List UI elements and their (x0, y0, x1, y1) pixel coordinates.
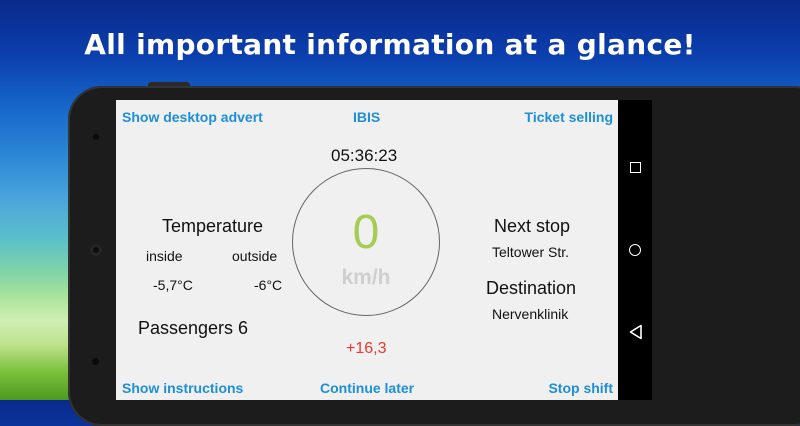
app-title: IBIS (353, 109, 381, 125)
stop-shift-link[interactable]: Stop shift (548, 380, 613, 396)
system-nav-bar (618, 100, 652, 400)
inside-label: inside (146, 248, 183, 264)
outside-temperature-value: -6°C (254, 277, 283, 293)
sensor-icon (92, 358, 99, 365)
next-stop-label: Next stop (494, 216, 571, 236)
next-stop-value: Teltower Str. (492, 244, 570, 260)
circle-icon[interactable] (629, 244, 641, 256)
inside-temperature-value: -5,7°C (153, 277, 193, 293)
clock: 05:36:23 (331, 146, 398, 165)
show-instructions-link[interactable]: Show instructions (122, 380, 243, 396)
passengers-count: Passengers 6 (138, 318, 249, 338)
outside-label: outside (232, 248, 278, 264)
ticket-selling-link[interactable]: Ticket selling (525, 109, 613, 125)
temperature-label: Temperature (162, 216, 264, 236)
square-icon[interactable] (630, 162, 641, 173)
speed-deviation: +16,3 (346, 340, 387, 357)
app-screen: Show desktop advert IBIS Ticket selling … (116, 100, 618, 400)
triangle-back-icon[interactable] (629, 324, 643, 340)
speed-unit: km/h (341, 266, 391, 289)
speaker-icon (90, 244, 102, 256)
promo-headline: All important information at a glance! (84, 28, 696, 61)
camera-icon (93, 134, 99, 140)
continue-later-link[interactable]: Continue later (320, 380, 414, 396)
show-desktop-advert-link[interactable]: Show desktop advert (122, 109, 263, 125)
destination-label: Destination (486, 278, 577, 298)
speedometer-gauge: 0 km/h (292, 168, 440, 316)
destination-value: Nervenklinik (492, 306, 569, 322)
speed-value: 0 (352, 206, 380, 259)
